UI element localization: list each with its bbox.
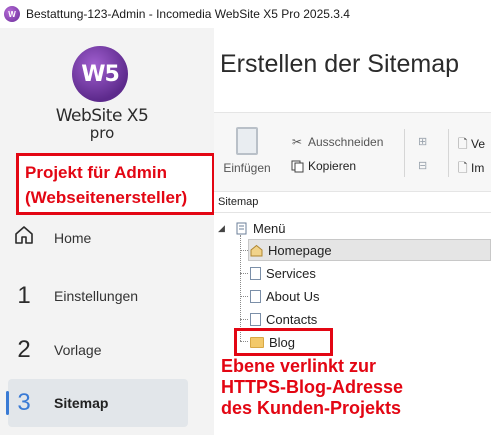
tree-root-menu[interactable]: ◢ Menü: [218, 217, 286, 239]
toolbar: Einfügen ✂ Ausschneiden Kopieren ⊞ ⊟ 🗋 V…: [214, 112, 491, 192]
toolbar-right-item-2[interactable]: 🗋 Im: [458, 159, 484, 180]
nav-item-number: 3: [17, 389, 31, 416]
annotation-blog-text: Ebene verlinkt zur HTTPS-Blog-Adresse de…: [221, 356, 403, 419]
tree-connector: [240, 319, 248, 320]
paste-label: Einfügen: [223, 161, 271, 175]
logo-icon: W5: [72, 46, 128, 102]
nav-item-label: Sitemap: [54, 395, 109, 411]
page-edit-icon: 🗋: [458, 161, 468, 175]
tree-item-label: Contacts: [266, 311, 318, 327]
window-title: Bestattung-123-Admin - Incomedia WebSite…: [26, 7, 350, 21]
page-icon: [250, 312, 261, 326]
annotation-blog-line1: Ebene verlinkt zur: [221, 356, 377, 376]
cut-button[interactable]: ✂ Ausschneiden: [290, 135, 383, 149]
tree-outdent-icon[interactable]: ⊟: [418, 159, 432, 173]
logo-name: WebSite X5: [55, 106, 149, 126]
tree-root-label: Menü: [253, 220, 286, 236]
nav-item-label: Einstellungen: [54, 288, 139, 304]
home-icon: [8, 224, 40, 253]
tree-connector: [240, 273, 248, 274]
page-icon: [250, 289, 261, 303]
cut-label: Ausschneiden: [308, 135, 384, 149]
copy-label: Kopieren: [308, 159, 357, 173]
clipboard-icon: [236, 127, 258, 155]
scissors-icon: ✂: [291, 135, 303, 149]
nav-item-einstellungen[interactable]: 1 Einstellungen: [8, 272, 188, 320]
nav-item-label: Home: [54, 230, 92, 246]
logo-edition: pro: [89, 124, 115, 142]
nav-item-home[interactable]: Home: [8, 214, 188, 262]
toolbar-right-item-1[interactable]: 🗋 Ve: [458, 135, 485, 156]
toolbar-divider: [448, 129, 449, 177]
tree-item-contacts[interactable]: Contacts: [250, 308, 317, 330]
annotation-blog-line2: HTTPS-Blog-Adresse: [221, 377, 404, 397]
sitemap-label: Sitemap: [218, 196, 259, 208]
tree-item-services[interactable]: Services: [250, 262, 316, 284]
tree-item-homepage[interactable]: Homepage: [248, 239, 491, 261]
nav-item-label: Vorlage: [54, 342, 102, 358]
tree-connector: [240, 296, 248, 297]
tree-item-label: Services: [266, 265, 316, 281]
tree-item-label: About Us: [266, 288, 320, 304]
paste-button[interactable]: Einfügen: [222, 127, 272, 187]
chevron-down-icon: ◢: [218, 222, 225, 233]
tree-item-label: Homepage: [268, 242, 332, 258]
nav-item-sitemap[interactable]: 3 Sitemap: [6, 379, 188, 427]
nav-item-vorlage[interactable]: 2 Vorlage: [8, 326, 188, 374]
page-icon: 🗋: [458, 137, 468, 151]
annotation-project-line1: Projekt für Admin: [25, 163, 167, 182]
title-bar: W Bestattung-123-Admin - Incomedia WebSi…: [0, 0, 491, 28]
sidebar: W5 WebSite X5 pro Projekt für Admin (Web…: [0, 28, 215, 435]
annotation-blog-line3: des Kunden-Projekts: [221, 398, 402, 418]
toolbar-divider: [404, 129, 405, 177]
tree-indent-icon[interactable]: ⊞: [418, 135, 432, 149]
menu-icon: [234, 221, 248, 235]
page-icon: [250, 266, 261, 280]
annotation-project-box: Projekt für Admin (Webseitenersteller): [16, 153, 215, 215]
annotation-blog-box: [234, 328, 333, 356]
tree-item-about-us[interactable]: About Us: [250, 285, 319, 307]
home-page-icon: [249, 243, 263, 257]
nav-item-number: 2: [17, 336, 31, 363]
page-title: Erstellen der Sitemap: [220, 50, 460, 78]
copy-button[interactable]: Kopieren: [290, 159, 356, 173]
tree-connector: [240, 250, 248, 251]
nav-item-number: 1: [17, 282, 31, 309]
copy-icon: [290, 159, 304, 173]
annotation-project-line2: (Webseitenersteller): [25, 188, 188, 207]
app-icon: W: [4, 6, 20, 22]
